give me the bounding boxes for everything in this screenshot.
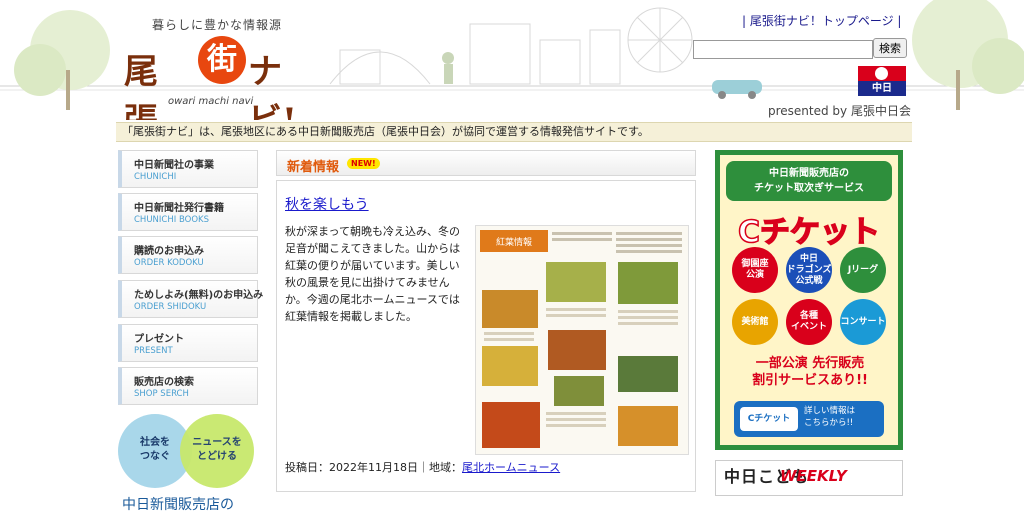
logo-text-right: ナビ! [248,52,297,120]
c-ticket-more-button[interactable]: Cチケット 詳しい情報は こちらから!! [734,401,884,437]
c-ticket-top-text: 中日新聞販売店の チケット取次ぎサービス [726,161,892,201]
sidebar-item-chunichi[interactable]: 中日新聞社の事業 CHUNICHI [118,150,258,188]
category-events: 各種 イベント [786,299,832,345]
new-badge: NEW! [347,158,380,169]
category-misonoza: 御園座 公演 [732,247,778,293]
sidebar-item-label: プレゼント [134,334,184,345]
c-ticket-logo: Cチケット [740,407,798,431]
category-dragons: 中日 ドラゴンズ 公式戦 [786,247,832,293]
news-heading-bar: 新着情報 NEW! [276,150,696,176]
sidebar-item-sublabel: PRESENT [134,346,173,356]
site-tagline: 暮らしに豊かな情報源 [152,18,283,32]
circle-news-label: ニュースを とどける [192,437,242,462]
intro-bar: 「尾張街ナビ」は、尾張地区にある中日新聞販売店（尾張中日会）が協同で運営する情報… [116,122,912,142]
c-ticket-categories: 御園座 公演 中日 ドラゴンズ 公式戦 Jリーグ 美術館 各種 イベント コンサ… [728,247,892,347]
sidebar-item-label: ためしよみ(無料)のお申込み [134,290,264,301]
category-museum: 美術館 [732,299,778,345]
article-meta: 投稿日：2022年11月18日｜地域：尾北ホームニュース [285,459,560,475]
sidebar-item-order-shidoku[interactable]: ためしよみ(無料)のお申込み ORDER SHIDOKU [118,280,263,318]
category-concert: コンサート [840,299,886,345]
society-news-banner[interactable]: 社会を つなぐ ニュースを とどける [118,414,258,494]
sidebar-item-sublabel: CHUNICHI [134,172,177,182]
chunichi-logo: 中日 [858,66,906,96]
sidebar-item-sublabel: ORDER SHIDOKU [134,302,207,312]
svg-text:紅葉情報: 紅葉情報 [496,236,532,248]
c-ticket-sale-text: 一部公演 先行販売 割引サービスあり!! [752,356,868,388]
news-article: 秋を楽しもう 秋が深まって朝晩も冷え込み、冬の足音が聞こえてきました。山からは紅… [276,180,696,492]
c-ticket-banner[interactable]: 中日新聞販売店の チケット取次ぎサービス Cチケット 御園座 公演 中日 ドラゴ… [715,150,903,450]
posted-label: 投稿日：2022年11月18日｜地域： [285,461,462,474]
kodomo-weekly-right: WEEKLY [780,467,847,485]
news-heading: 新着情報 [287,160,340,175]
c-ticket-title: Cチケット [737,214,881,251]
sidebar-item-present[interactable]: プレゼント PRESENT [118,324,258,362]
category-jleague: Jリーグ [840,247,886,293]
chunichi-logo-label: 中日 [858,81,906,96]
autumn-leaves-flyer-image: 紅葉情報 [480,230,682,448]
sidebar-item-sublabel: CHUNICHI BOOKS [134,215,209,225]
sidebar-item-sublabel: SHOP SERCH [134,389,189,399]
kodomo-weekly-banner[interactable]: 中日こども WEEKLY [715,460,903,496]
sidebar-item-label: 販売店の検索 [134,377,194,388]
top-page-link[interactable]: | 尾張街ナビ！トップページ | [742,12,901,29]
sidebar-item-books[interactable]: 中日新聞社発行書籍 CHUNICHI BOOKS [118,193,258,231]
chunichi-logo-top [858,66,906,81]
sidebar-item-order-kodoku[interactable]: 購読のお申込み ORDER KODOKU [118,236,258,274]
article-title-link[interactable]: 秋を楽しもう [285,194,369,214]
article-thumbnail[interactable]: 紅葉情報 [475,225,689,455]
search-button[interactable]: 検索 [873,38,907,58]
sidebar-item-label: 中日新聞社発行書籍 [134,203,224,214]
c-ticket-inner: 中日新聞販売店の チケット取次ぎサービス Cチケット 御園座 公演 中日 ドラゴ… [720,155,898,445]
sidebar-item-label: 購読のお申込み [134,246,204,257]
c-ticket-more-label: 詳しい情報は こちらから!! [804,406,856,428]
sidebar-item-shop-search[interactable]: 販売店の検索 SHOP SERCH [118,367,258,405]
search-input[interactable] [693,40,873,59]
logo-romaji: owari machi navi [168,96,254,107]
logo-text-left: 尾張 [124,52,158,120]
circle-news: ニュースを とどける [180,414,254,488]
chunichi-mark-icon [875,67,888,80]
site-header: 暮らしに豊かな情報源 尾張 街 ナビ! owari machi navi | 尾… [0,0,1024,120]
article-body: 秋が深まって朝晩も冷え込み、冬の足音が聞こえてきました。山からは紅葉の便りが届い… [285,225,461,323]
sidebar-item-sublabel: ORDER KODOKU [134,258,204,268]
presented-by: presented by 尾張中日会 [768,104,911,118]
sidebar-item-label: 中日新聞社の事業 [134,160,214,171]
logo-circle: 街 [198,36,246,84]
region-link[interactable]: 尾北ホームニュース [462,461,560,474]
sidebar-bottom-banner-text: 中日新聞販売店の [122,497,234,513]
